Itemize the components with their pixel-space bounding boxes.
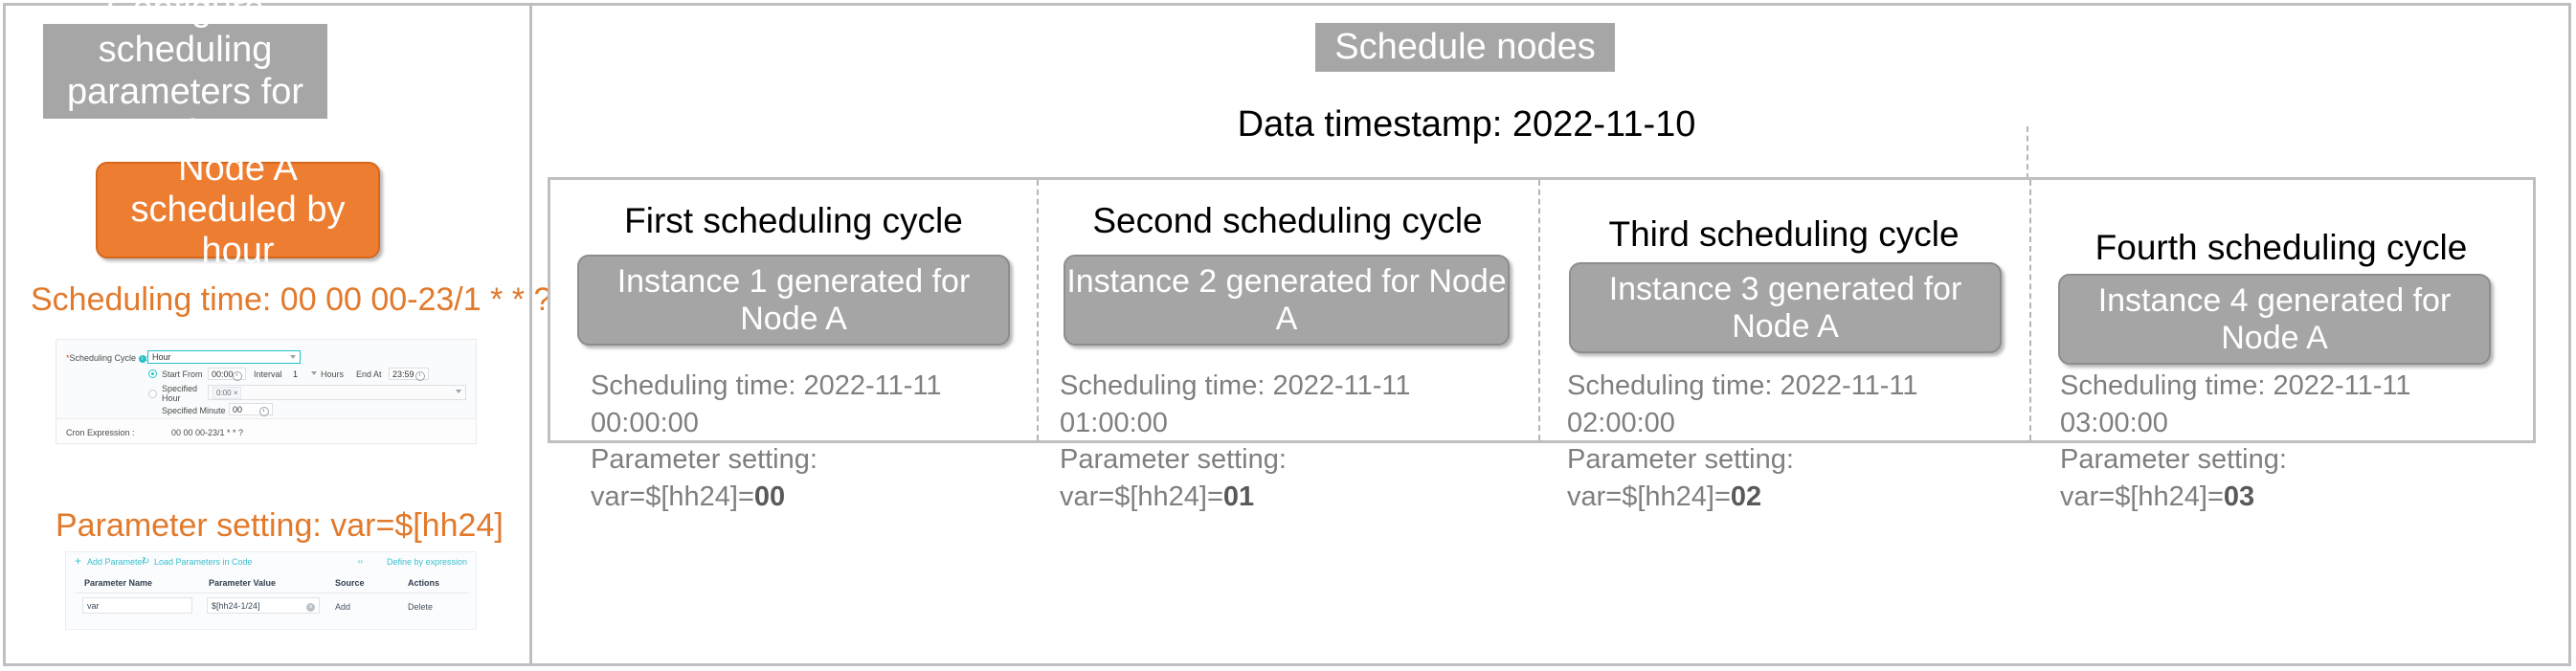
scheduling-time-2: Scheduling time: 2022-11-11 01:00:00 [1060,370,1411,438]
chevron-down-icon [456,390,461,393]
end-at-time-input[interactable]: 23:59 [389,368,429,381]
scheduling-cycle-label: *Scheduling Cycle i: [66,353,148,363]
parameter-value-text: $[hh24-1/24] [212,600,260,611]
parameter-expr-4: var=$[hh24]= [2060,481,2224,512]
parameter-expr-2: var=$[hh24]= [1060,481,1223,512]
instance-box-3: Instance 3 generated for Node A [1569,262,2002,353]
left-panel-title: Configure scheduling parameters for node… [43,0,327,153]
clock-icon [259,406,269,416]
parameter-table-header: Parameter Name Parameter Value Source Ac… [75,573,469,593]
close-icon[interactable]: × [234,389,238,397]
interval-select[interactable]: 1 [290,368,317,380]
parameter-expr-3: var=$[hh24]= [1567,481,1731,512]
start-from-value: 00:00 [212,369,234,379]
cycle-column-3: Third scheduling cycle Instance 3 genera… [1538,180,2029,512]
node-a-scheduled-by-hour-box: Node A scheduled by hour [96,148,380,271]
clear-icon[interactable]: × [306,602,315,612]
add-parameter-button[interactable]: Add Parameter [87,557,146,567]
scheduling-cycle-select[interactable]: Hour [147,350,301,364]
instance-box-1: Instance 1 generated for Node A [577,255,1010,346]
interval-label: Interval [254,369,282,379]
clock-icon [415,370,425,381]
scheduling-time-4: Scheduling time: 2022-11-11 03:00:00 [2060,370,2411,438]
instance-box-4: Instance 4 generated for Node A [2058,274,2491,365]
instance-box-2: Instance 2 generated for Node A [1064,255,1510,346]
clock-icon [233,370,242,381]
left-panel: Configure scheduling parameters for node… [6,0,551,664]
parameter-label-4: Parameter setting: [2060,444,2287,476]
data-timestamp-label: Data timestamp: 2022-11-10 [1237,104,1696,145]
column-header-parameter-name: Parameter Name [84,578,153,588]
cycle-column-1: First scheduling cycle Instance 1 genera… [550,180,1037,512]
table-row: var $[hh24-1/24] × Add Delete [75,594,469,621]
scheduling-time-3: Scheduling time: 2022-11-11 02:00:00 [1567,370,1918,438]
cycle-title-2: Second scheduling cycle [1092,201,1483,240]
code-expression-icon[interactable]: ‹› [358,557,363,566]
cycle-detail-1: Scheduling time: 2022-11-11 00:00:00 Par… [591,368,1026,515]
right-panel: Schedule nodes Data timestamp: 2022-11-1… [532,6,2571,664]
cycle-detail-4: Scheduling time: 2022-11-11 03:00:00 Par… [2060,368,2510,515]
cycle-column-4: Fourth scheduling cycle Instance 4 gener… [2029,180,2533,512]
parameter-setting-caption: Parameter setting: var=$[hh24] [56,507,504,544]
parameter-name-input[interactable]: var [82,597,192,614]
chevron-down-icon [311,371,317,375]
scheduling-cycles-table: First scheduling cycle Instance 1 genera… [548,177,2536,512]
specified-minute-input[interactable]: 00 [229,403,273,416]
parameter-value-input[interactable]: $[hh24-1/24] × [207,597,320,614]
scheduling-time-1: Scheduling time: 2022-11-11 00:00:00 [591,370,942,438]
cycle-column-2: Second scheduling cycle Instance 2 gener… [1037,180,1538,512]
start-from-radio[interactable] [148,369,157,378]
parameter-value-3: 02 [1730,481,1762,512]
load-parameters-in-code-button[interactable]: Load Parameters in Code [154,557,253,567]
parameter-table-screenshot: + Add Parameter ↻ Load Parameters in Cod… [65,551,477,630]
specified-hour-select[interactable]: 0:00 × [208,385,466,400]
define-by-expression-button[interactable]: Define by expression [387,557,467,567]
specified-hour-chip[interactable]: 0:00 × [213,386,242,399]
plus-icon[interactable]: + [75,555,81,567]
end-at-label: End At [356,369,382,379]
cycle-title-3: Third scheduling cycle [1608,214,1960,254]
parameter-label-3: Parameter setting: [1567,444,1794,476]
specified-hour-radio[interactable] [148,390,157,398]
parameter-name-value: var [87,600,100,611]
cycle-detail-2: Scheduling time: 2022-11-11 01:00:00 Par… [1060,368,1519,515]
parameter-label-1: Parameter setting: [591,444,818,476]
parameter-value-1: 00 [753,481,786,512]
parameter-expr-1: var=$[hh24]= [591,481,754,512]
interval-value: 1 [293,369,299,379]
cycle-detail-3: Scheduling time: 2022-11-11 02:00:00 Par… [1567,368,2017,515]
start-from-label: Start From [162,369,203,379]
cron-expression-value: 00 00 00-23/1 * * ? [171,428,244,437]
cycle-title-1: First scheduling cycle [624,201,963,240]
parameter-toolbar: + Add Parameter ↻ Load Parameters in Cod… [66,552,476,571]
cron-expression-label: Cron Expression : [66,428,135,437]
info-icon[interactable]: i [138,355,146,363]
parameter-value-2: 01 [1222,481,1255,512]
scheduling-time-caption: Scheduling time: 00 00 00-23/1 * * ? [31,281,552,318]
schedule-nodes-banner: Schedule nodes [1315,23,1615,72]
delete-link[interactable]: Delete [408,602,433,612]
specified-minute-label: Specified Minute [162,406,226,415]
cycle-divider-overhang [2027,126,2028,179]
column-header-parameter-value: Parameter Value [209,578,277,588]
parameter-value-4: 03 [2223,481,2255,512]
specified-minute-value: 00 [233,404,243,414]
scheduling-cycle-value: Hour [152,352,171,362]
start-from-time-input[interactable]: 00:00 [208,368,246,381]
column-header-source: Source [335,578,365,588]
end-at-value: 23:59 [392,369,414,379]
chevron-down-icon [290,355,296,359]
source-value: Add [335,602,351,612]
parameter-label-2: Parameter setting: [1060,444,1287,476]
cron-expression-row: Cron Expression : 00 00 00-23/1 * * ? [56,418,476,443]
specified-hour-chip-label: 0:00 [216,388,232,397]
scheduling-cycle-label-text: Scheduling Cycle [69,353,137,363]
hours-label: Hours [321,369,345,379]
cycle-title-4: Fourth scheduling cycle [2094,228,2468,267]
specified-hour-label: Specified Hour [162,384,198,403]
refresh-icon[interactable]: ↻ [142,556,149,567]
column-header-actions: Actions [408,578,440,588]
scheduling-cycle-form-screenshot: *Scheduling Cycle i: Hour Start From 00:… [56,339,477,444]
